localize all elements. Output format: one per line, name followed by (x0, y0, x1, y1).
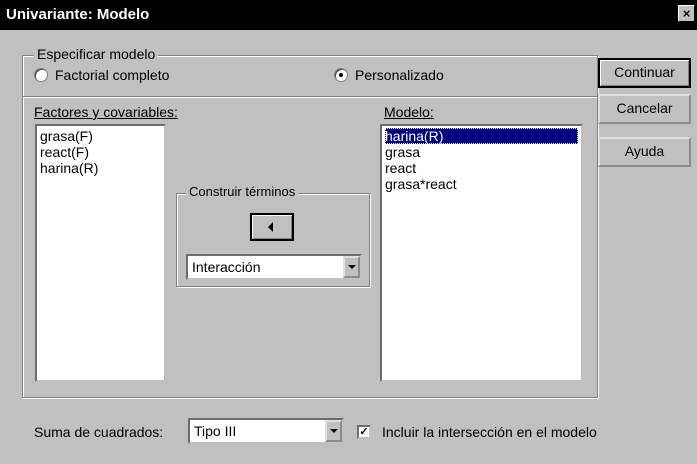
model-item[interactable]: grasa*react (385, 176, 578, 192)
term-type-select[interactable]: Interacción (186, 254, 362, 280)
model-item-selected[interactable]: harina(R) (385, 128, 578, 144)
sum-of-squares-select[interactable]: Tipo III (188, 418, 344, 444)
specify-model-legend: Especificar modelo (34, 46, 159, 62)
left-arrow-icon (268, 222, 273, 232)
sum-of-squares-value: Tipo III (194, 423, 237, 439)
factors-listbox[interactable]: grasa(F) react(F) harina(R) (35, 124, 166, 382)
radio-dot-icon (339, 73, 343, 77)
model-listbox[interactable]: harina(R) grasa react grasa*react (380, 124, 583, 382)
model-label: Modelo: (384, 104, 434, 120)
radio-full-factorial-circle[interactable] (34, 68, 48, 82)
close-button[interactable]: × (678, 5, 695, 22)
radio-full-factorial-label[interactable]: Factorial completo (55, 67, 169, 83)
term-type-dropdown-button[interactable] (343, 256, 360, 278)
model-item[interactable]: grasa (385, 144, 578, 160)
sum-of-squares-label: Suma de cuadrados: (34, 424, 164, 440)
move-to-model-button[interactable] (250, 213, 294, 241)
factor-item[interactable]: grasa(F) (40, 128, 161, 144)
cancel-button[interactable]: Cancelar (598, 94, 691, 124)
chevron-down-icon (330, 429, 338, 433)
help-button[interactable]: Ayuda (598, 137, 691, 167)
radio-custom-label[interactable]: Personalizado (355, 67, 444, 83)
sum-of-squares-dropdown-button[interactable] (325, 420, 342, 442)
factors-label: Factores y covariables: (34, 104, 178, 120)
chevron-down-icon (348, 265, 356, 269)
include-intercept-label[interactable]: Incluir la intersección en el modelo (382, 424, 597, 440)
factor-item[interactable]: harina(R) (40, 160, 161, 176)
continue-button[interactable]: Continuar (598, 58, 691, 88)
model-item[interactable]: react (385, 160, 578, 176)
title-bar: Univariante: Modelo × (0, 0, 697, 30)
window-title: Univariante: Modelo (6, 6, 150, 23)
term-type-value: Interacción (192, 259, 261, 275)
factor-item[interactable]: react(F) (40, 144, 161, 160)
include-intercept-checkbox[interactable]: ✓ (357, 425, 371, 439)
radio-custom-circle[interactable] (334, 68, 348, 82)
build-terms-legend: Construir términos (186, 184, 299, 199)
